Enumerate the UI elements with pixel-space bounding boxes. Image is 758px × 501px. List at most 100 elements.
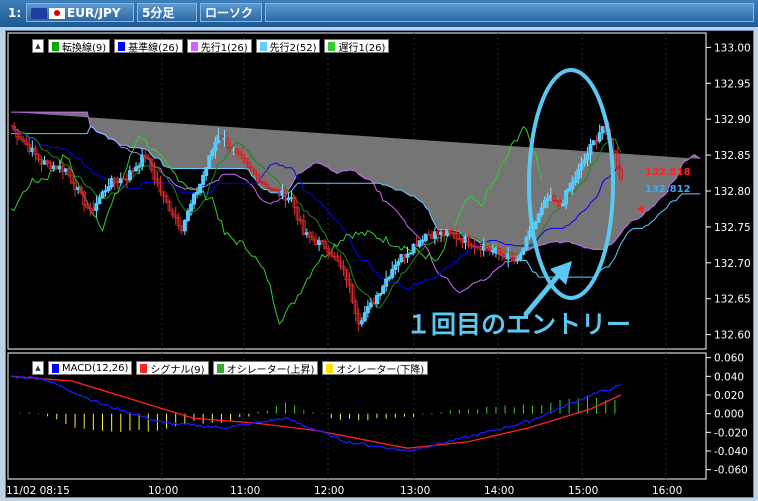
candle-body — [204, 167, 209, 176]
candle-body — [579, 162, 584, 171]
x-tick-label: 12:00 — [314, 485, 344, 497]
sub-y-tick-label: -0.040 — [714, 446, 748, 458]
candle-body — [490, 250, 495, 253]
candle-body — [375, 294, 379, 305]
x-tick-label: 13:00 — [400, 485, 430, 497]
candle-body — [384, 278, 389, 287]
main-y-tick-label: 132.65 — [714, 294, 751, 306]
candle-body — [390, 268, 395, 278]
jp-flag-icon — [49, 8, 65, 19]
candle-body — [213, 141, 218, 152]
candle-body — [597, 132, 602, 142]
main-y-tick-label: 132.60 — [714, 330, 751, 342]
toolbar-empty-area — [265, 3, 754, 22]
candle-body — [564, 190, 569, 205]
candle-body — [94, 203, 99, 211]
legend-osc-up[interactable]: オシレーター(上昇) — [212, 361, 319, 376]
candle-body — [539, 207, 544, 215]
legend-senkou2[interactable]: 先行2(52) — [255, 39, 321, 54]
candle-body — [362, 312, 367, 322]
candle-body — [317, 240, 322, 246]
currency-pair-label: EUR/JPY — [67, 6, 121, 20]
main-y-tick-label: 132.75 — [714, 222, 751, 234]
x-tick-label: 10:00 — [148, 485, 178, 497]
main-y-tick-label: 132.85 — [714, 150, 751, 162]
timeframe-button[interactable]: 5分足 — [137, 3, 197, 22]
chart-toolbar: 1: EUR/JPY 5分足 ローソク — [0, 0, 758, 27]
candle-body — [192, 193, 196, 205]
sub-y-tick-label: -0.060 — [714, 465, 748, 477]
bid-price-label: 132.812 — [645, 184, 691, 195]
main-y-tick-label: 132.90 — [714, 114, 751, 126]
candle-body — [188, 203, 193, 212]
candle-body — [30, 147, 35, 153]
signal-line — [10, 375, 622, 449]
candle-body — [524, 236, 529, 250]
chart-canvas[interactable]: 133.00 132.95 132.90 132.85 132.80 132.75 132.… — [6, 31, 753, 497]
x-tick-label: 11:00 — [230, 485, 260, 497]
candle-body — [368, 302, 373, 308]
main-y-tick-label: 132.70 — [714, 258, 751, 270]
currency-pair-button[interactable]: EUR/JPY — [26, 3, 134, 22]
chart-style-button[interactable]: ローソク — [200, 3, 262, 22]
chart-slot-number: 1: — [8, 6, 22, 20]
candle-body — [594, 140, 599, 143]
candle-body — [399, 254, 404, 263]
candle-body — [396, 261, 401, 266]
legend-chikou[interactable]: 遅行1(26) — [324, 39, 390, 54]
ask-price-label: 132.818 — [645, 167, 691, 178]
candle-body — [207, 155, 212, 169]
legend-tenkan[interactable]: 転換線(9) — [48, 39, 111, 54]
main-y-tick-label: 133.00 — [714, 42, 751, 54]
main-y-tick-label: 132.95 — [714, 78, 751, 90]
candle-body — [100, 191, 105, 199]
candle-body — [585, 153, 590, 161]
candle-body — [271, 188, 276, 191]
eu-flag-icon — [31, 8, 47, 19]
candle-body — [576, 169, 581, 180]
legend-senkou1[interactable]: 先行1(26) — [186, 39, 252, 54]
candle-body — [210, 150, 215, 157]
candle-body — [573, 178, 578, 184]
sub-y-tick-label: -0.020 — [714, 427, 748, 439]
candle-body — [97, 197, 102, 205]
candle-body — [378, 293, 383, 296]
entry-annotation-label: １回目のエントリー — [406, 310, 631, 339]
candle-body — [332, 255, 337, 258]
legend-macd[interactable]: MACD(12,26) — [48, 361, 133, 375]
macd-line — [10, 375, 622, 452]
candle-body — [536, 213, 541, 223]
x-tick-label: 15:00 — [568, 485, 598, 497]
candle-body — [198, 183, 203, 194]
candle-body — [182, 219, 187, 232]
candle-body — [408, 252, 413, 255]
x-tick-label: 14:00 — [484, 485, 514, 497]
candle-body — [286, 197, 291, 201]
legend-osc-down[interactable]: オシレーター(下降) — [322, 361, 429, 376]
candle-body — [439, 231, 444, 236]
sub-legend: ▲ MACD(12,26) シグナル(9) オシレーター(上昇) オシレーター(… — [32, 361, 429, 376]
candle-body — [582, 159, 587, 164]
legend-signal[interactable]: シグナル(9) — [136, 361, 209, 376]
candle-body — [570, 182, 575, 190]
x-tick-label: 11/02 08:15 — [6, 485, 70, 497]
candle-body — [423, 233, 428, 241]
candle-body — [521, 248, 526, 255]
candle-body — [106, 186, 111, 191]
candle-body — [548, 195, 553, 199]
sub-y-tick-label: 0.000 — [714, 409, 744, 421]
main-legend: ▲ 転換線(9) 基準線(26) 先行1(26) 先行2(52) 遅行1(26) — [32, 39, 390, 54]
candle-body — [393, 264, 398, 270]
candle-body — [475, 245, 480, 248]
sub-y-tick-label: 0.060 — [714, 353, 744, 365]
candle-body — [588, 144, 593, 155]
main-y-tick-label: 132.80 — [714, 186, 751, 198]
candle-body — [518, 253, 523, 260]
candle-body — [365, 306, 370, 314]
legend-collapse-icon[interactable]: ▲ — [32, 39, 44, 53]
legend-kijun[interactable]: 基準線(26) — [114, 39, 183, 54]
candle-body — [134, 166, 139, 172]
candle-body — [506, 253, 511, 260]
sub-legend-collapse-icon[interactable]: ▲ — [32, 361, 44, 375]
sub-y-tick-label: 0.020 — [714, 390, 744, 402]
